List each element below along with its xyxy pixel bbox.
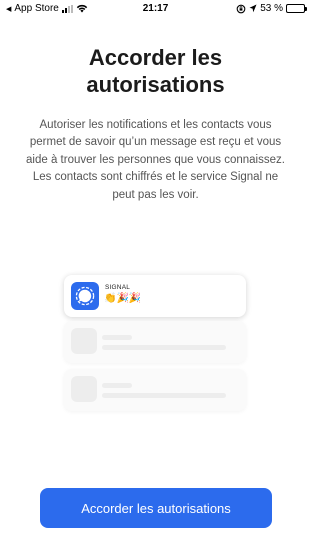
placeholder-icon <box>71 328 97 354</box>
chat-bubble-icon <box>75 286 95 306</box>
grant-permissions-button[interactable]: Accorder les autorisations <box>40 488 272 528</box>
battery-percentage: 53 % <box>260 3 283 14</box>
placeholder-notification-card <box>64 321 246 363</box>
notification-card: SIGNAL 👏🎉🎉 <box>64 275 246 317</box>
placeholder-notification-card <box>64 369 246 411</box>
signal-app-icon <box>71 282 99 310</box>
status-bar: ◀ App Store 21:17 53 % <box>0 0 311 18</box>
placeholder-line <box>102 345 226 350</box>
placeholder-line <box>102 393 226 398</box>
placeholder-icon <box>71 376 97 402</box>
notification-message: 👏🎉🎉 <box>104 293 142 304</box>
location-icon <box>249 4 257 13</box>
page-title: Accorder les autorisations <box>86 45 225 97</box>
status-bar-right: 53 % <box>236 3 307 14</box>
battery-icon <box>286 4 307 13</box>
orientation-lock-icon <box>236 4 246 13</box>
notification-app-name: SIGNAL <box>105 284 131 291</box>
placeholder-line <box>102 335 132 340</box>
permissions-description: Autoriser les notifications et les conta… <box>26 119 285 201</box>
placeholder-line <box>102 383 132 388</box>
